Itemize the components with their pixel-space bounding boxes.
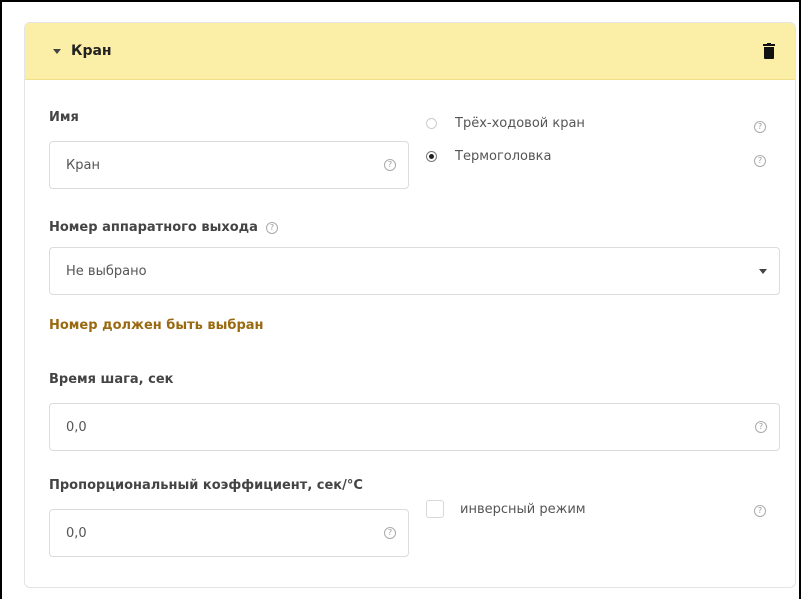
valve-card: Кран Имя Кран ? Трёх-ходовой кран ? Терм… xyxy=(24,22,796,588)
help-icon[interactable]: ? xyxy=(754,505,766,517)
name-value: Кран xyxy=(66,157,100,173)
proportional-coef-label: Пропорциональный коэффициент, сек/°С xyxy=(49,478,363,493)
trash-icon[interactable] xyxy=(763,43,775,59)
hardware-output-label: Номер аппаратного выхода xyxy=(49,220,258,235)
caret-down-icon[interactable] xyxy=(53,49,61,54)
help-icon[interactable]: ? xyxy=(754,155,766,167)
hardware-output-label-row: Номер аппаратного выхода ? xyxy=(49,220,278,235)
inverse-mode-checkbox[interactable] xyxy=(426,500,444,518)
proportional-coef-value: 0,0 xyxy=(66,525,87,541)
hardware-output-value: Не выбрано xyxy=(66,263,147,279)
card-title: Кран xyxy=(71,43,112,59)
step-time-input[interactable]: 0,0 ? xyxy=(49,403,780,451)
hardware-output-select[interactable]: Не выбрано xyxy=(49,247,780,295)
chevron-down-icon[interactable] xyxy=(759,268,767,274)
card-header[interactable]: Кран xyxy=(25,23,795,80)
radio-three-way[interactable]: Трёх-ходовой кран xyxy=(426,116,585,131)
help-icon[interactable]: ? xyxy=(754,121,766,133)
help-icon[interactable]: ? xyxy=(384,527,396,539)
radio-three-way-label: Трёх-ходовой кран xyxy=(455,116,585,131)
step-time-value: 0,0 xyxy=(66,419,87,435)
trash-lid xyxy=(763,44,775,46)
radio-unchecked-icon[interactable] xyxy=(426,118,437,129)
name-input[interactable]: Кран ? xyxy=(49,141,409,189)
hardware-output-error: Номер должен быть выбран xyxy=(49,318,264,333)
radio-checked-icon[interactable] xyxy=(426,151,437,162)
inverse-mode-label: инверсный режим xyxy=(460,501,586,517)
radio-thermohead[interactable]: Термоголовка xyxy=(426,149,551,164)
proportional-coef-input[interactable]: 0,0 ? xyxy=(49,509,409,557)
help-icon[interactable]: ? xyxy=(755,421,767,433)
help-icon[interactable]: ? xyxy=(265,221,278,234)
name-label: Имя xyxy=(49,110,79,125)
inverse-mode-checkbox-row[interactable]: инверсный режим xyxy=(426,500,586,518)
help-icon[interactable]: ? xyxy=(384,159,396,171)
radio-thermohead-label: Термоголовка xyxy=(455,149,552,164)
page: Кран Имя Кран ? Трёх-ходовой кран ? Терм… xyxy=(0,0,801,599)
trash-bin xyxy=(764,47,774,59)
step-time-label: Время шага, сек xyxy=(49,372,174,387)
